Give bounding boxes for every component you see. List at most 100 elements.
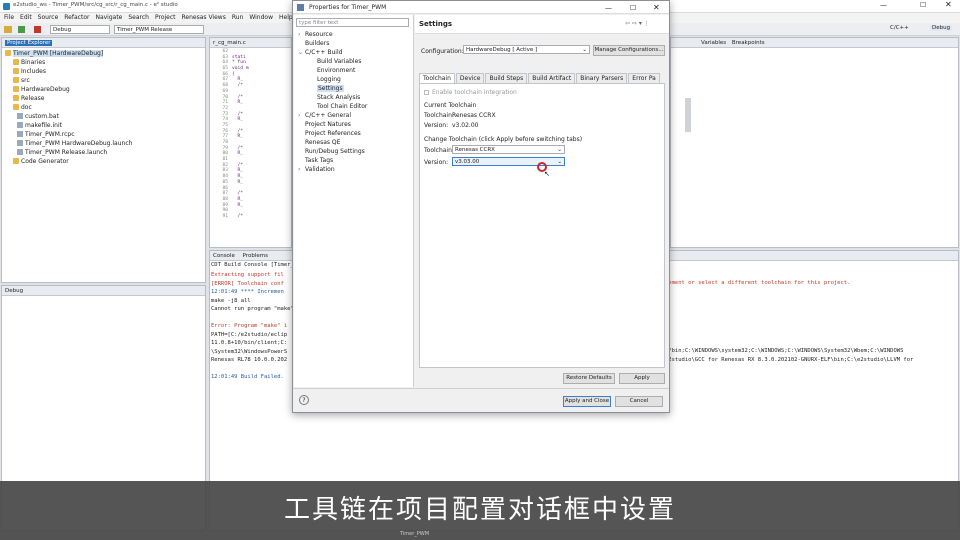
menu-help[interactable]: Help (279, 14, 293, 21)
stop-icon[interactable] (34, 26, 41, 33)
menu-search[interactable]: Search (128, 14, 149, 21)
filter-input[interactable]: type filter text (296, 18, 409, 27)
dialog-maximize-icon[interactable]: ☐ (630, 2, 636, 15)
nav-item[interactable]: Run/Debug Settings (296, 147, 413, 156)
tab-binary-parsers[interactable]: Binary Parsers (576, 73, 628, 83)
console-line: make -j8 all (211, 297, 251, 304)
manage-configurations-button[interactable]: Manage Configurations... (593, 45, 665, 56)
minimize-icon[interactable]: — (880, 1, 887, 9)
file-icon (17, 140, 23, 146)
menu-refactor[interactable]: Refactor (64, 14, 89, 21)
scrollbar[interactable] (685, 98, 691, 132)
apply-button[interactable]: Apply (619, 373, 665, 384)
perspective-cpp[interactable]: C/C++ (890, 25, 909, 31)
help-icon[interactable]: ? (299, 395, 309, 405)
tree-item[interactable]: makefile.init (5, 121, 202, 130)
nav-item[interactable]: Logging (296, 75, 413, 84)
project-explorer-tab[interactable]: Project Explorer (5, 40, 53, 46)
expand-icon[interactable]: › (298, 111, 305, 120)
dialog-close-icon[interactable]: ✕ (653, 1, 660, 14)
console-line: 11.0.8+10/bin/client;C: (211, 340, 288, 346)
menu-edit[interactable]: Edit (20, 14, 32, 21)
dialog-title: Properties for Timer_PWM (309, 4, 387, 11)
tree-item[interactable]: Release (5, 94, 202, 103)
console-tab[interactable]: Console (213, 253, 235, 259)
menu-navigate[interactable]: Navigate (95, 14, 122, 21)
tab-toolchain[interactable]: Toolchain (419, 73, 455, 83)
menu-project[interactable]: Project (155, 14, 176, 21)
tree-item[interactable]: Timer_PWM.rcpc (5, 130, 202, 139)
nav-item[interactable]: Tool Chain Editor (296, 102, 413, 111)
console-line: Error: Program "make" i (211, 323, 288, 329)
build-icon[interactable] (4, 26, 12, 33)
perspective-debug[interactable]: Debug (930, 25, 953, 31)
tree-item-label: Timer_PWM HardwareDebug.launch (25, 140, 133, 147)
tree-item[interactable]: Timer_PWM [HardwareDebug] (5, 49, 202, 58)
tree-item[interactable]: custom.bat (5, 112, 202, 121)
tree-item[interactable]: Binaries (5, 58, 202, 67)
toolchain-select[interactable]: Renesas CCRX ⌄ (452, 145, 565, 154)
menu-file[interactable]: File (4, 14, 14, 21)
menu-window[interactable]: Window (249, 14, 273, 21)
nav-item[interactable]: Renesas QE (296, 138, 413, 147)
menu-run[interactable]: Run (232, 14, 244, 21)
tree-item[interactable]: Timer_PWM Release.launch (5, 148, 202, 157)
expand-icon[interactable]: › (298, 165, 305, 174)
launch-config-select[interactable]: Timer_PWM Release (114, 25, 204, 34)
nav-item[interactable]: Build Variables (296, 57, 413, 66)
tree-item[interactable]: Timer_PWM HardwareDebug.launch (5, 139, 202, 148)
variables-tab[interactable]: Variables (701, 40, 726, 46)
expand-icon[interactable]: ⌄ (298, 48, 305, 57)
nav-item[interactable]: ⌄ C/C++ Build (296, 48, 413, 57)
apply-and-close-button[interactable]: Apply and Close (563, 396, 611, 407)
run-icon[interactable] (18, 26, 25, 33)
build-config-select[interactable]: Debug (50, 25, 110, 34)
tree-item[interactable]: HardwareDebug (5, 85, 202, 94)
nav-item[interactable]: Builders (296, 39, 413, 48)
nav-item[interactable]: Project Natures (296, 120, 413, 129)
maximize-icon[interactable]: ☐ (920, 1, 926, 9)
code-area[interactable]: 62 63 stati 64 * fun 65 void m 66{67 R_ 68 /* 69 7… (210, 48, 291, 220)
dialog-minimize-icon[interactable]: — (605, 2, 612, 15)
tree-item[interactable]: src (5, 76, 202, 85)
expand-icon[interactable]: › (298, 30, 305, 39)
problems-tab[interactable]: Problems (243, 253, 268, 259)
nav-item[interactable]: › Validation (296, 165, 413, 174)
restore-defaults-button[interactable]: Restore Defaults (563, 373, 615, 384)
version-select[interactable]: v3.03.00 ⌄ (452, 157, 565, 166)
menu-renesas-views[interactable]: Renesas Views (182, 14, 226, 21)
tree-item-label: Timer_PWM.rcpc (25, 131, 75, 138)
change-toolchain-label: Toolchain: (424, 147, 454, 154)
project-explorer-panel: Project Explorer Timer_PWM [HardwareDebu… (1, 37, 206, 283)
nav-item[interactable]: › C/C++ General (296, 111, 413, 120)
nav-item[interactable]: Task Tags (296, 156, 413, 165)
tab-build-artifact[interactable]: Build Artifact (528, 73, 576, 83)
nav-item-label: Logging (317, 76, 341, 83)
nav-item[interactable]: Environment (296, 66, 413, 75)
editor-tab[interactable]: r_cg_main.c (213, 40, 246, 46)
tab-build-steps[interactable]: Build Steps (485, 73, 528, 83)
tree-item[interactable]: Code Generator (5, 157, 202, 166)
debug-tab[interactable]: Debug (5, 288, 23, 294)
configuration-select[interactable]: HardwareDebug [ Active ] ⌄ (463, 45, 590, 54)
tab-error-parsers[interactable]: Error Pa (628, 73, 660, 83)
breakpoints-tab[interactable]: Breakpoints (732, 40, 765, 46)
tree-item[interactable]: Includes (5, 67, 202, 76)
tab-device[interactable]: Device (455, 73, 485, 83)
nav-item[interactable]: › Resource (296, 30, 413, 39)
folder-icon (13, 68, 19, 74)
nav-item[interactable]: Stack Analysis (296, 93, 413, 102)
nav-item[interactable]: Project References (296, 129, 413, 138)
menu-source[interactable]: Source (38, 14, 59, 21)
close-icon[interactable]: ✕ (945, 0, 952, 9)
cancel-button[interactable]: Cancel (615, 396, 663, 407)
tree-item[interactable]: doc (5, 103, 202, 112)
enable-integration-checkbox[interactable]: Enable toolchain integration (424, 89, 517, 96)
console-line: 12:01:49 **** Incremen (211, 289, 284, 295)
console-line: gement or select a different toolchain f… (665, 280, 851, 286)
nav-item[interactable]: Settings (296, 84, 413, 93)
nav-arrows-icon[interactable]: ⇦ ⇨ ▾ ⋮ (625, 20, 650, 27)
